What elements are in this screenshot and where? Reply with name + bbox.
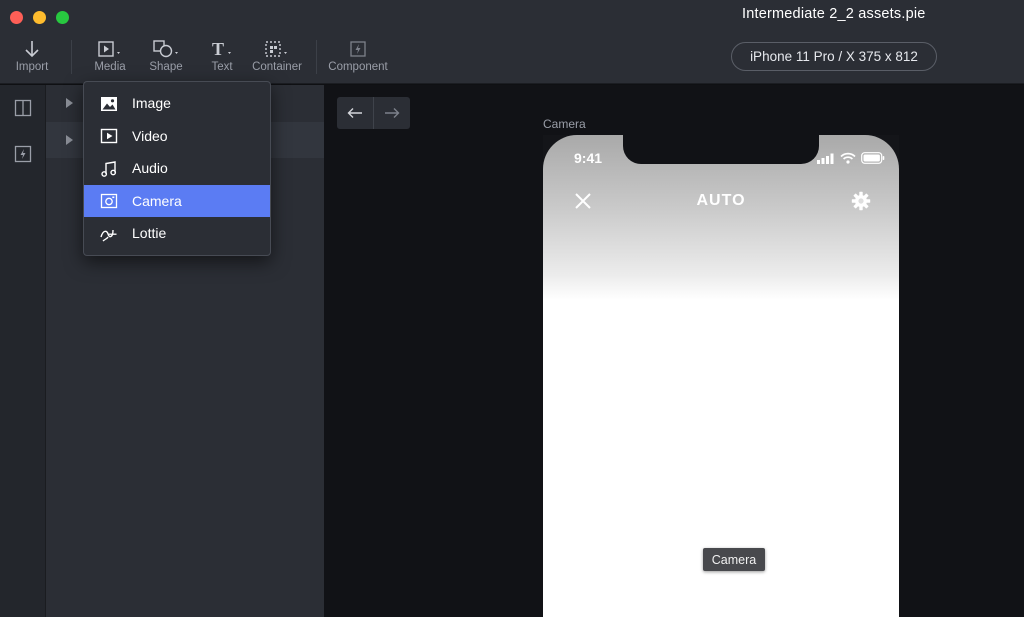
import-label: Import: [15, 61, 49, 73]
device-selector[interactable]: iPhone 11 Pro / X 375 x 812: [731, 42, 937, 71]
toolbar-divider: [71, 40, 72, 74]
menu-item-label: Camera: [132, 192, 182, 209]
expand-caret-icon[interactable]: [66, 135, 73, 145]
menu-item-camera[interactable]: Camera: [84, 184, 270, 217]
audio-icon: [100, 160, 118, 177]
gear-icon[interactable]: [851, 191, 871, 211]
title-toolbar: Intermediate 2_2 assets.pie Import Media…: [0, 0, 1024, 84]
frame-label[interactable]: Camera: [543, 117, 586, 131]
arrow-left-icon: [347, 108, 362, 118]
menu-item-label: Image: [132, 95, 171, 112]
lottie-icon: [100, 225, 118, 242]
text-icon: T: [209, 38, 235, 60]
status-icons: [817, 152, 885, 164]
image-icon: [100, 95, 118, 112]
history-nav: [337, 97, 410, 129]
arrow-right-icon: [385, 108, 400, 118]
shape-button[interactable]: Shape: [145, 38, 187, 78]
menu-item-lottie[interactable]: Lottie: [84, 217, 270, 250]
left-rail: [0, 85, 46, 617]
shape-icon: [152, 38, 180, 60]
media-dropdown-menu: Image Video Audio Camera Lottie: [83, 81, 271, 256]
toolbar-divider: [316, 40, 317, 74]
components-icon[interactable]: [14, 145, 32, 163]
zoom-window-button[interactable]: [56, 11, 69, 24]
minimize-window-button[interactable]: [33, 11, 46, 24]
shape-label: Shape: [149, 61, 183, 73]
panels-icon[interactable]: [14, 99, 32, 117]
container-label: Container: [252, 61, 302, 73]
menu-item-label: Audio: [132, 160, 168, 177]
menu-item-video[interactable]: Video: [84, 120, 270, 153]
battery-icon: [861, 152, 885, 164]
phone-notch: [623, 135, 819, 164]
container-button[interactable]: Container: [251, 38, 303, 78]
signal-icon: [817, 153, 834, 164]
text-label: Text: [211, 61, 233, 73]
svg-text:T: T: [212, 40, 224, 58]
container-icon: [262, 38, 292, 60]
menu-item-audio[interactable]: Audio: [84, 152, 270, 185]
media-icon: [97, 38, 123, 60]
component-icon: [349, 38, 367, 60]
media-label: Media: [94, 61, 126, 73]
component-label: Component: [328, 61, 388, 73]
status-time: 9:41: [574, 150, 603, 166]
text-button[interactable]: T Text: [205, 38, 239, 78]
window-title: Intermediate 2_2 assets.pie: [742, 6, 926, 22]
expand-caret-icon[interactable]: [66, 98, 73, 108]
import-icon: [24, 38, 40, 60]
camera-icon: [100, 193, 118, 210]
camera-mode-label[interactable]: AUTO: [543, 192, 899, 210]
media-button[interactable]: Media: [90, 38, 130, 78]
forward-button[interactable]: [374, 97, 410, 129]
menu-item-label: Video: [132, 127, 168, 144]
back-button[interactable]: [337, 97, 373, 129]
import-button[interactable]: Import: [12, 38, 52, 78]
menu-item-label: Lottie: [132, 225, 167, 242]
component-button[interactable]: Component: [326, 38, 390, 78]
close-window-button[interactable]: [10, 11, 23, 24]
video-icon: [100, 128, 118, 145]
wifi-icon: [840, 152, 856, 164]
menu-item-image[interactable]: Image: [84, 87, 270, 120]
camera-tooltip: Camera: [703, 548, 765, 571]
phone-frame[interactable]: 9:41 AUTO: [543, 135, 899, 617]
